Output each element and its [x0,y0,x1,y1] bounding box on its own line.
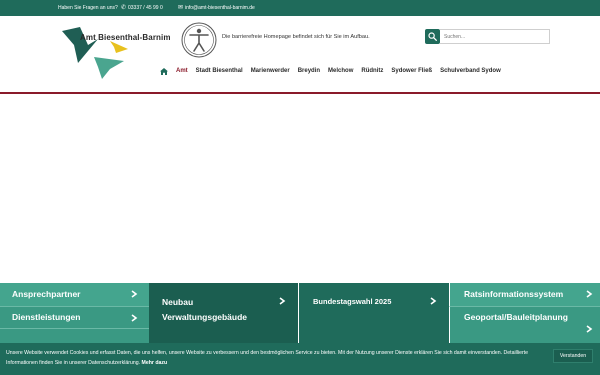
tile-more[interactable] [0,328,149,344]
search-button[interactable] [425,29,440,44]
tile-bundestagswahl[interactable]: Bundestagswahl 2025 [298,283,449,343]
cookie-text-wrapper: Unsere Website verwendet Cookies und erf… [6,348,546,368]
main-navigation: Amt Stadt Biesenthal Marienwerder Breydi… [160,64,509,78]
search-icon [428,32,437,41]
amt-logo[interactable] [58,23,176,83]
nav-item-breydin[interactable]: Breydin [298,68,320,74]
accessibility-notice: Die barrierefreie Homepage befindet sich… [222,34,370,40]
tile-ansprechpartner[interactable]: Ansprechpartner [0,283,149,306]
phone-icon: ✆ [120,5,127,11]
logo-teal-wing [94,57,124,79]
chevron-right-icon [131,314,138,322]
nav-item-sydower-fliess[interactable]: Sydower Fließ [391,68,432,74]
tile-label-line2: Verwaltungsgebäude [162,312,248,322]
nav-item-melchow[interactable]: Melchow [328,68,353,74]
tile-dienstleistungen[interactable]: Dienstleistungen [0,306,149,328]
phone-contact[interactable]: ✆ 03337 / 45 99 0 [120,0,163,16]
nav-item-schulverband-sydow[interactable]: Schulverband Sydow [440,68,501,74]
email-address: info@amt-biesenthal-barnim.de [185,5,255,11]
logo-text[interactable]: Amt Biesenthal-Barnim [80,33,171,42]
tile-label: Geoportal/Bauleitplanung [464,312,568,322]
top-info-bar: Haben Sie Fragen an uns? ✆ 03337 / 45 99 … [0,0,600,16]
cookie-text: Unsere Website verwendet Cookies und erf… [6,350,529,366]
mail-icon: ✉ [177,5,184,11]
chevron-right-icon [586,290,593,298]
tile-label: Ratsinformationssystem [464,289,564,299]
header-divider [0,92,600,94]
cookie-more-link[interactable]: Mehr dazu [142,360,168,366]
tile-geoportal[interactable]: Geoportal/Bauleitplanung [449,306,600,343]
tile-label: Ansprechpartner [12,289,81,299]
chevron-right-icon [586,325,593,333]
chevron-right-icon [279,297,286,305]
cookie-banner: Unsere Website verwendet Cookies und erf… [0,343,600,375]
tile-label: Dienstleistungen [12,312,81,322]
logo-yellow-wing [110,41,128,53]
search-input[interactable] [440,29,550,44]
contact-question: Haben Sie Fragen an uns? [58,5,118,11]
nav-item-stadt-biesenthal[interactable]: Stadt Biesenthal [196,68,243,74]
home-link[interactable] [160,67,168,75]
tile-label: Bundestagswahl 2025 [313,297,392,306]
chevron-right-icon [131,290,138,298]
cookie-accept-button[interactable]: Verstanden [553,349,593,363]
tile-ratsinformationssystem[interactable]: Ratsinformationssystem [449,283,600,306]
chevron-right-icon [430,297,437,305]
email-contact[interactable]: ✉ info@amt-biesenthal-barnim.de [177,0,255,16]
home-icon [160,67,168,75]
nav-item-marienwerder[interactable]: Marienwerder [251,68,290,74]
accessibility-icon [181,22,217,58]
phone-number: 03337 / 45 99 0 [128,5,163,11]
tile-label-line1: Neubau [162,297,194,307]
tile-neubau-verwaltungsgebaeude[interactable]: Neubau Verwaltungsgebäude [149,283,298,343]
nav-item-amt[interactable]: Amt [176,68,188,74]
nav-item-ruednitz[interactable]: Rüdnitz [361,68,383,74]
